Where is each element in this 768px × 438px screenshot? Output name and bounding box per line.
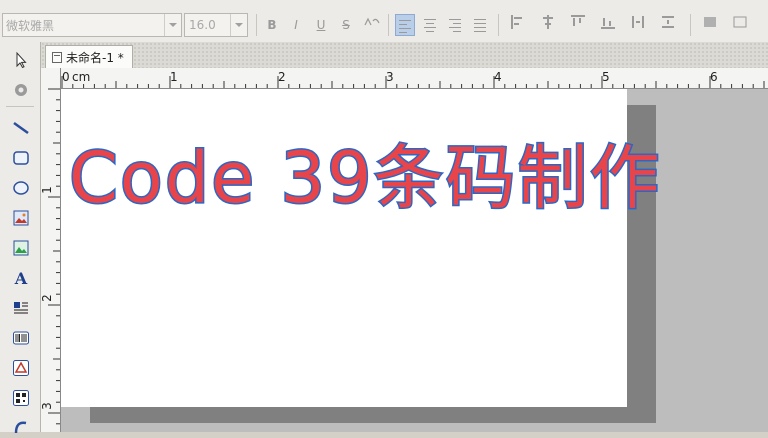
underline-button[interactable]: U xyxy=(311,14,331,36)
format-toolbar: 微软雅黑 16.0 B I U S xyxy=(0,0,768,43)
distribute-vertical-icon xyxy=(662,16,674,28)
horizontal-ruler: 0 cm 1 2 3 4 5 6 xyxy=(60,68,768,89)
ungroup-button[interactable] xyxy=(730,14,750,36)
image-tool[interactable] xyxy=(9,206,33,230)
letter-a-icon: A xyxy=(14,268,28,288)
align-objects-bottom-icon xyxy=(601,18,615,29)
group-icon xyxy=(704,17,716,27)
font-size-select[interactable]: 16.0 xyxy=(184,13,248,37)
align-objects-top-button[interactable] xyxy=(568,14,588,36)
tool-palette: A xyxy=(0,42,41,434)
group-button[interactable] xyxy=(700,14,720,36)
rounded-rect-icon xyxy=(13,151,29,165)
barcode-tool[interactable] xyxy=(9,326,33,350)
text-tool[interactable]: A xyxy=(9,266,33,290)
align-objects-center-button[interactable] xyxy=(538,14,558,36)
shape-tool[interactable] xyxy=(9,356,33,380)
font-family-value: 微软雅黑 xyxy=(6,19,55,33)
ruler-label-h: 3 xyxy=(386,70,394,84)
vertical-ruler: 1 2 3 xyxy=(39,68,61,432)
chevron-down-icon[interactable] xyxy=(164,14,181,36)
ellipse-tool[interactable] xyxy=(9,176,33,200)
vertical-ruler-ticks xyxy=(48,88,60,425)
strikethrough-button[interactable]: S xyxy=(336,14,356,36)
ungroup-icon xyxy=(733,16,747,28)
ruler-label-h: 4 xyxy=(494,70,502,84)
qrcode-tool[interactable] xyxy=(9,386,33,410)
align-objects-center-icon xyxy=(543,15,553,29)
align-center-button[interactable] xyxy=(420,14,440,36)
chevron-down-icon[interactable] xyxy=(230,14,247,36)
ruler-label-h: 1 xyxy=(170,70,178,84)
arrow-pointer-icon xyxy=(16,51,27,69)
ruler-unit-label: cm xyxy=(72,70,91,84)
align-left-button[interactable] xyxy=(395,14,415,36)
pan-tool[interactable] xyxy=(9,77,33,101)
select-tool[interactable] xyxy=(9,48,33,72)
align-objects-left-button[interactable] xyxy=(508,14,528,36)
document-tab-title: 未命名-1 * xyxy=(66,51,124,65)
char-spacing-button[interactable] xyxy=(362,14,382,36)
char-spacing-icon xyxy=(364,17,380,26)
rect-tool[interactable] xyxy=(9,146,33,170)
rich-text-icon xyxy=(14,302,28,314)
align-objects-left-icon xyxy=(511,15,522,29)
ruler-label-h: 0 xyxy=(62,70,70,84)
toolbar-divider xyxy=(256,14,257,36)
image-green-tool[interactable] xyxy=(9,236,33,260)
barcode-icon xyxy=(13,331,29,345)
ellipse-icon xyxy=(13,181,29,195)
ruler-label-h: 6 xyxy=(710,70,718,84)
richtext-tool[interactable] xyxy=(9,296,33,320)
curve-icon xyxy=(14,421,27,434)
font-family-select[interactable]: 微软雅黑 xyxy=(2,13,182,37)
hand-icon xyxy=(15,84,27,96)
ruler-label-v: 1 xyxy=(39,186,54,194)
document-icon xyxy=(52,52,62,63)
italic-button[interactable]: I xyxy=(286,14,306,36)
ruler-label-h: 2 xyxy=(278,70,286,84)
design-workspace[interactable]: Code 39条码制作 xyxy=(61,89,768,432)
document-tabbar: 未命名-1 * xyxy=(41,42,768,69)
align-right-button[interactable] xyxy=(445,14,465,36)
distribute-horizontal-icon xyxy=(632,16,644,28)
canvas-text-object[interactable]: Code 39条码制作 xyxy=(68,133,662,223)
ruler-label-v: 2 xyxy=(39,294,54,302)
distribute-vertical-button[interactable] xyxy=(658,14,678,36)
line-tool[interactable] xyxy=(9,116,33,140)
font-size-value: 16.0 xyxy=(189,18,216,32)
palette-divider xyxy=(6,106,34,107)
curve-tool[interactable] xyxy=(9,414,33,438)
toolbar-divider xyxy=(388,14,389,36)
justify-button[interactable] xyxy=(470,14,490,36)
picture-icon xyxy=(13,210,29,226)
landscape-icon xyxy=(13,240,29,256)
align-objects-bottom-button[interactable] xyxy=(598,14,618,36)
align-objects-top-icon xyxy=(571,15,585,26)
toolbar-divider xyxy=(498,14,499,36)
bold-button[interactable]: B xyxy=(262,14,282,36)
toolbar-divider xyxy=(690,14,691,36)
document-tab[interactable]: 未命名-1 * xyxy=(45,45,133,69)
ruler-label-h: 5 xyxy=(602,70,610,84)
qr-code-icon xyxy=(13,390,29,406)
ruler-label-v: 3 xyxy=(39,402,54,410)
triangle-icon xyxy=(13,360,29,376)
line-icon xyxy=(13,121,29,135)
horizontal-ruler-ticks xyxy=(61,76,765,88)
distribute-horizontal-button[interactable] xyxy=(628,14,648,36)
